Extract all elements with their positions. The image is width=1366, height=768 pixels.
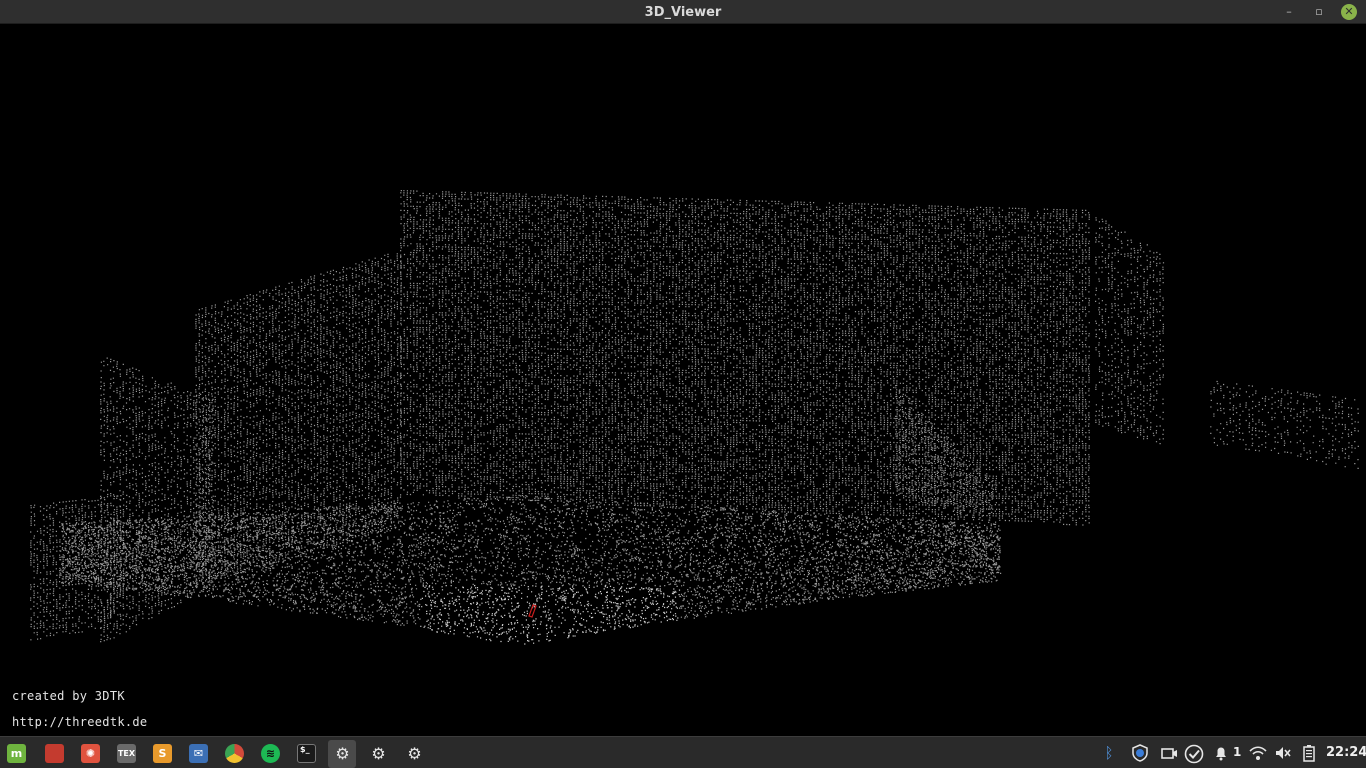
task-settings-3[interactable]: ⚙ [400, 740, 428, 768]
launcher-mail[interactable]: ✉ [184, 740, 212, 768]
notification-count: 1 [1233, 745, 1242, 759]
close-button[interactable]: ✕ [1341, 4, 1357, 20]
mail-icon: ✉ [189, 744, 208, 763]
shield-icon[interactable] [1131, 744, 1149, 762]
minimize-button[interactable]: – [1281, 4, 1297, 20]
point-cloud-render [30, 190, 1359, 645]
clock[interactable]: 22:24 [1326, 745, 1366, 760]
update-check-icon[interactable] [1184, 744, 1204, 764]
maximize-button[interactable]: ▫ [1311, 4, 1327, 20]
bluetooth-icon[interactable]: ᛒ [1100, 744, 1118, 762]
window-titlebar[interactable]: 3D_Viewer – ▫ ✕ [0, 0, 1366, 24]
point-cloud-points [30, 190, 1359, 643]
launcher-app-red[interactable]: ✺ [76, 740, 104, 768]
website-text: http://threedtk.de [12, 715, 148, 729]
window-title: 3D_Viewer [644, 5, 722, 20]
spotify-icon: ≋ [261, 744, 280, 763]
launcher-spotify[interactable]: ≋ [256, 740, 284, 768]
wifi-icon[interactable] [1249, 744, 1267, 762]
point-cloud-floor-highlight [420, 585, 681, 645]
task-3d-viewer[interactable]: ⚙ [328, 740, 356, 768]
launcher-tex[interactable]: TEX [112, 740, 140, 768]
app-red-icon: ✺ [81, 744, 100, 763]
task-terminal[interactable]: $_ [292, 740, 320, 768]
tex-icon: TEX [117, 744, 136, 763]
gear-icon: ⚙ [335, 744, 350, 763]
point-cloud-canvas[interactable]: created by 3DTK http://threedtk.de [0, 25, 1366, 736]
launcher-sublime[interactable]: S [148, 740, 176, 768]
display-icon[interactable] [1160, 744, 1178, 762]
files-icon [45, 744, 64, 763]
credits-text: created by 3DTK [12, 689, 125, 703]
launcher-chrome[interactable] [220, 740, 248, 768]
terminal-icon: $_ [297, 744, 316, 763]
notification-bell-icon[interactable] [1212, 744, 1230, 762]
mint-menu-icon: m [7, 744, 26, 763]
volume-muted-icon[interactable] [1274, 744, 1292, 762]
task-settings-2[interactable]: ⚙ [364, 740, 392, 768]
menu-button[interactable]: m [2, 740, 30, 768]
battery-icon[interactable] [1300, 744, 1318, 762]
launcher-files[interactable] [40, 740, 68, 768]
sublime-icon: S [153, 744, 172, 763]
gear-icon: ⚙ [407, 744, 422, 763]
chrome-icon [225, 744, 244, 763]
taskbar: m ✺ TEX S ✉ ≋ $_ ⚙ ⚙ ⚙ ᛒ 1 22:24 [0, 736, 1366, 768]
gear-icon: ⚙ [371, 744, 386, 763]
